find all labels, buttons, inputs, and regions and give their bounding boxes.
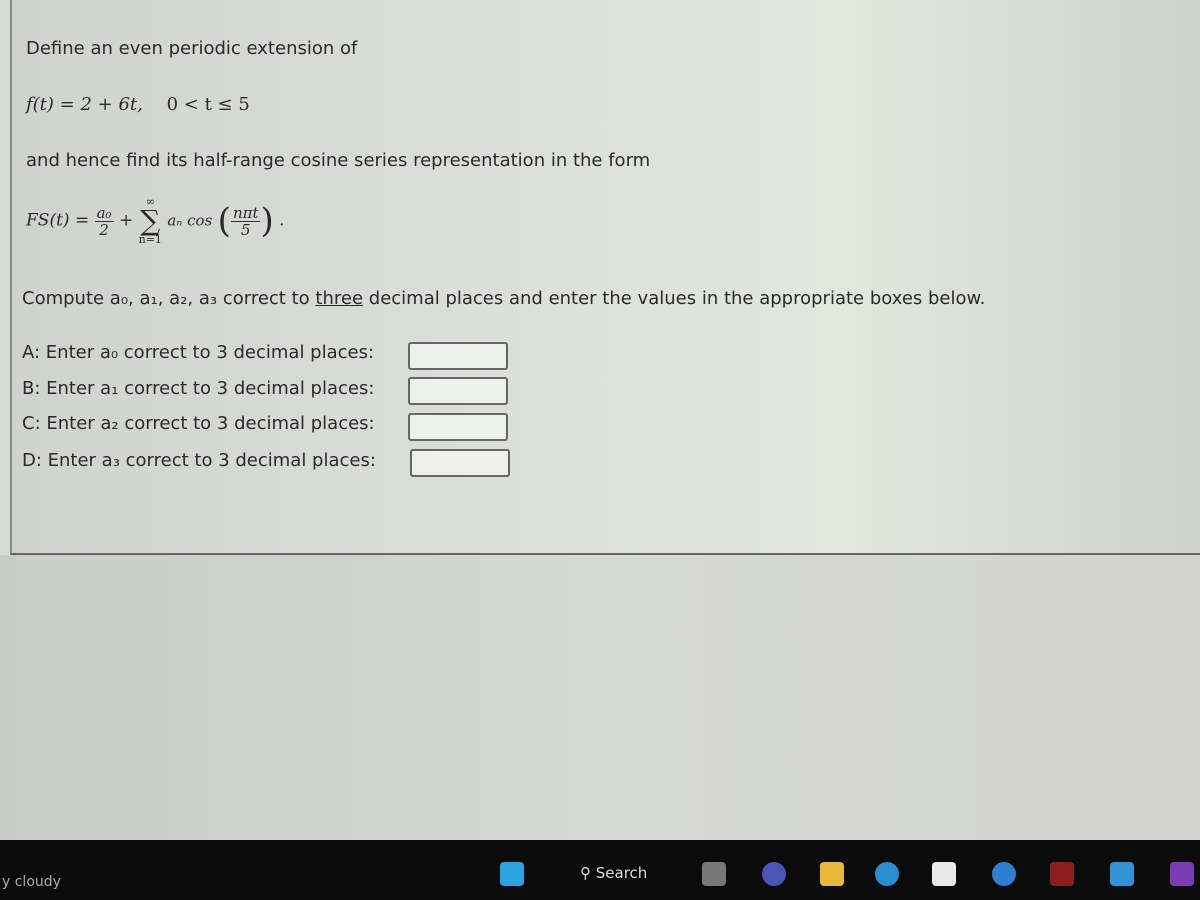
store-icon[interactable] xyxy=(932,862,956,886)
sigma: ∑ xyxy=(140,204,161,237)
answer-d-input[interactable] xyxy=(410,449,510,477)
cos-term: aₙ cos xyxy=(167,211,213,230)
function-domain: 0 < t ≤ 5 xyxy=(166,94,250,115)
answer-label-b: B: Enter a₁ correct to 3 decimal places: xyxy=(22,378,375,399)
mail-icon[interactable] xyxy=(1110,862,1134,886)
meet-icon[interactable] xyxy=(762,862,786,886)
task-view-icon[interactable] xyxy=(702,862,726,886)
compute-post: decimal places and enter the values in t… xyxy=(368,288,986,309)
arg-num: nπt xyxy=(230,203,261,222)
plus: + xyxy=(118,210,134,231)
a0: a₀ xyxy=(94,203,114,222)
compute-text: Compute a₀, a₁, a₂, a₃ correct to three … xyxy=(22,288,985,309)
cos-argument: nπt 5 xyxy=(230,203,261,239)
question-panel: Define an even periodic extension of f(t… xyxy=(10,0,1200,555)
arg-den: 5 xyxy=(240,220,251,239)
taskbar: y cloudy ⚲ Search xyxy=(0,840,1200,900)
sum-bottom: n=1 xyxy=(138,233,162,246)
mcafee-icon[interactable] xyxy=(1050,862,1074,886)
period: . xyxy=(279,210,285,231)
answer-c-input[interactable] xyxy=(408,413,508,441)
two: 2 xyxy=(99,220,109,239)
instruction-text: and hence find its half-range cosine ser… xyxy=(26,150,651,171)
weather-widget[interactable]: y cloudy xyxy=(2,874,61,890)
edge-icon[interactable] xyxy=(875,862,899,886)
function-lhs: f(t) = 2 + 6t, xyxy=(26,94,143,115)
file-explorer-icon[interactable] xyxy=(820,862,844,886)
page-background xyxy=(0,555,1200,840)
compute-underlined: three xyxy=(315,288,364,309)
formula-lhs: FS(t) = xyxy=(26,210,90,231)
search-button[interactable]: ⚲ Search xyxy=(580,864,647,882)
windows-start-icon[interactable] xyxy=(500,862,524,886)
summation: ∞ ∑ n=1 xyxy=(139,196,162,246)
search-label: Search xyxy=(595,864,648,882)
search-icon: ⚲ xyxy=(580,864,596,882)
compute-pre: Compute a₀, a₁, a₂, a₃ correct to xyxy=(22,288,310,309)
formula: FS(t) = a₀ 2 + ∞ ∑ n=1 aₙ cos (nπt 5) . xyxy=(26,195,285,246)
intro-text: Define an even periodic extension of xyxy=(26,38,358,59)
answer-label-d: D: Enter a₃ correct to 3 decimal places: xyxy=(22,450,376,471)
help-icon[interactable] xyxy=(992,862,1016,886)
answer-label-c: C: Enter a₂ correct to 3 decimal places: xyxy=(22,413,375,434)
answer-b-input[interactable] xyxy=(408,377,508,405)
function-definition: f(t) = 2 + 6t, 0 < t ≤ 5 xyxy=(26,94,250,115)
answer-label-a: A: Enter a₀ correct to 3 decimal places: xyxy=(22,342,375,363)
answer-a-input[interactable] xyxy=(408,342,508,370)
a0-over-2: a₀ 2 xyxy=(94,203,114,239)
onenote-icon[interactable] xyxy=(1170,862,1194,886)
